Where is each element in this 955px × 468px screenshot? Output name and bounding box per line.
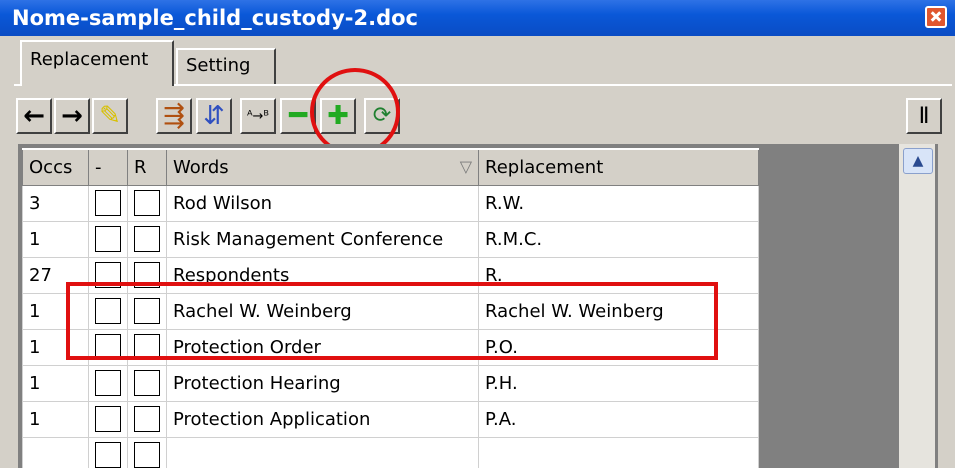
replacement-cell[interactable]: P.O. (478, 328, 759, 366)
r-checkbox-cell (127, 220, 167, 258)
table-row[interactable]: 3 Rod Wilson R.W. (22, 184, 759, 222)
word-cell[interactable]: Rachel W. Weinberg (166, 292, 479, 330)
word-cell[interactable] (166, 436, 479, 468)
close-icon[interactable] (925, 6, 947, 28)
word-cell[interactable]: Protection Order (166, 328, 479, 366)
replacement-cell[interactable] (478, 436, 759, 468)
occs-cell: 27 (22, 256, 89, 294)
occs-cell: 1 (22, 364, 89, 402)
minus-checkbox-cell (88, 364, 128, 402)
tab-replacement[interactable]: Replacement (20, 40, 174, 86)
occs-cell: 1 (22, 400, 89, 438)
replacement-cell[interactable]: R.M.C. (478, 220, 759, 258)
occs-cell: 3 (22, 184, 89, 222)
col-header-minus[interactable]: - (88, 148, 128, 186)
minus-checkbox[interactable] (95, 298, 121, 324)
occs-cell: 1 (22, 328, 89, 366)
r-checkbox-cell (127, 328, 167, 366)
table-row[interactable]: 1 Protection Application P.A. (22, 400, 759, 438)
r-checkbox-cell (127, 184, 167, 222)
replace-back-icon[interactable]: ⇵ (196, 98, 232, 134)
table-row[interactable]: 1 Protection Hearing P.H. (22, 364, 759, 402)
col-header-occs[interactable]: Occs (22, 148, 89, 186)
table-row[interactable] (22, 436, 759, 468)
window-title: Nome-sample_child_custody-2.doc (12, 6, 418, 30)
toolbar: ← → ✎ ⇶ ⇵ ᴬ→ᴮ ━ ✚ ⟳ Ⅱ (16, 92, 948, 142)
occs-cell (22, 436, 89, 468)
r-checkbox[interactable] (134, 406, 160, 432)
r-checkbox-cell (127, 364, 167, 402)
minus-checkbox[interactable] (95, 406, 121, 432)
table-row[interactable]: 1 Risk Management Conference R.M.C. (22, 220, 759, 258)
r-checkbox[interactable] (134, 370, 160, 396)
replacement-cell[interactable]: P.H. (478, 364, 759, 402)
word-cell[interactable]: Risk Management Conference (166, 220, 479, 258)
r-checkbox-cell (127, 292, 167, 330)
minus-checkbox[interactable] (95, 190, 121, 216)
minus-checkbox-cell (88, 256, 128, 294)
table-header-row: Occs - R Words ▽ Replacement (22, 148, 759, 186)
replacement-cell[interactable]: P.A. (478, 400, 759, 438)
replacement-cell[interactable]: Rachel W. Weinberg (478, 292, 759, 330)
minus-checkbox-cell (88, 436, 128, 468)
minus-checkbox[interactable] (95, 226, 121, 252)
col-header-r[interactable]: R (127, 148, 167, 186)
minus-checkbox-cell (88, 292, 128, 330)
minus-icon[interactable]: ━ (280, 98, 316, 134)
scroll-up-icon[interactable]: ▲ (903, 148, 933, 174)
tab-setting[interactable]: Setting (176, 48, 276, 84)
replacement-cell[interactable]: R. (478, 256, 759, 294)
replacement-table: Occs - R Words ▽ Replacement 3 Rod Wilson R… (22, 148, 759, 468)
minus-checkbox-cell (88, 184, 128, 222)
word-cell[interactable]: Protection Application (166, 400, 479, 438)
col-header-words-label: Words (173, 156, 229, 178)
pin-icon[interactable]: Ⅱ (906, 98, 942, 134)
minus-checkbox-cell (88, 220, 128, 258)
replace-forward-icon[interactable]: ⇶ (156, 98, 192, 134)
arrow-left-icon[interactable]: ← (16, 98, 52, 134)
minus-checkbox[interactable] (95, 334, 121, 360)
arrow-right-icon[interactable]: → (54, 98, 90, 134)
plus-icon[interactable]: ✚ (320, 98, 356, 134)
minus-checkbox-cell (88, 328, 128, 366)
minus-checkbox[interactable] (95, 370, 121, 396)
refresh-icon[interactable]: ⟳ (364, 98, 400, 134)
r-checkbox[interactable] (134, 190, 160, 216)
occs-cell: 1 (22, 292, 89, 330)
col-header-words[interactable]: Words ▽ (166, 148, 479, 186)
r-checkbox[interactable] (134, 298, 160, 324)
minus-checkbox-cell (88, 400, 128, 438)
r-checkbox[interactable] (134, 226, 160, 252)
r-checkbox[interactable] (134, 262, 160, 288)
pencil-highlight-icon[interactable]: ✎ (92, 98, 128, 134)
minus-checkbox[interactable] (95, 262, 121, 288)
occs-cell: 1 (22, 220, 89, 258)
col-header-replacement[interactable]: Replacement (478, 148, 759, 186)
vertical-scrollbar[interactable]: ▲ (899, 144, 935, 468)
r-checkbox[interactable] (134, 334, 160, 360)
table-row[interactable]: 1 Protection Order P.O. (22, 328, 759, 366)
minus-checkbox[interactable] (95, 442, 121, 468)
app-window: Nome-sample_child_custody-2.doc Replacem… (0, 0, 955, 468)
replacement-cell[interactable]: R.W. (478, 184, 759, 222)
r-checkbox-cell (127, 400, 167, 438)
table-row[interactable]: 27 Respondents R. (22, 256, 759, 294)
word-cell[interactable]: Respondents (166, 256, 479, 294)
r-checkbox[interactable] (134, 442, 160, 468)
table-row[interactable]: 1 Rachel W. Weinberg Rachel W. Weinberg (22, 292, 759, 330)
word-cell[interactable]: Protection Hearing (166, 364, 479, 402)
word-cell[interactable]: Rod Wilson (166, 184, 479, 222)
sort-icon[interactable]: ▽ (460, 157, 472, 176)
r-checkbox-cell (127, 256, 167, 294)
r-checkbox-cell (127, 436, 167, 468)
title-bar[interactable]: Nome-sample_child_custody-2.doc (0, 0, 955, 36)
abbreviate-icon[interactable]: ᴬ→ᴮ (240, 98, 276, 134)
grid-area: Occs - R Words ▽ Replacement 3 Rod Wilson R… (18, 144, 938, 468)
